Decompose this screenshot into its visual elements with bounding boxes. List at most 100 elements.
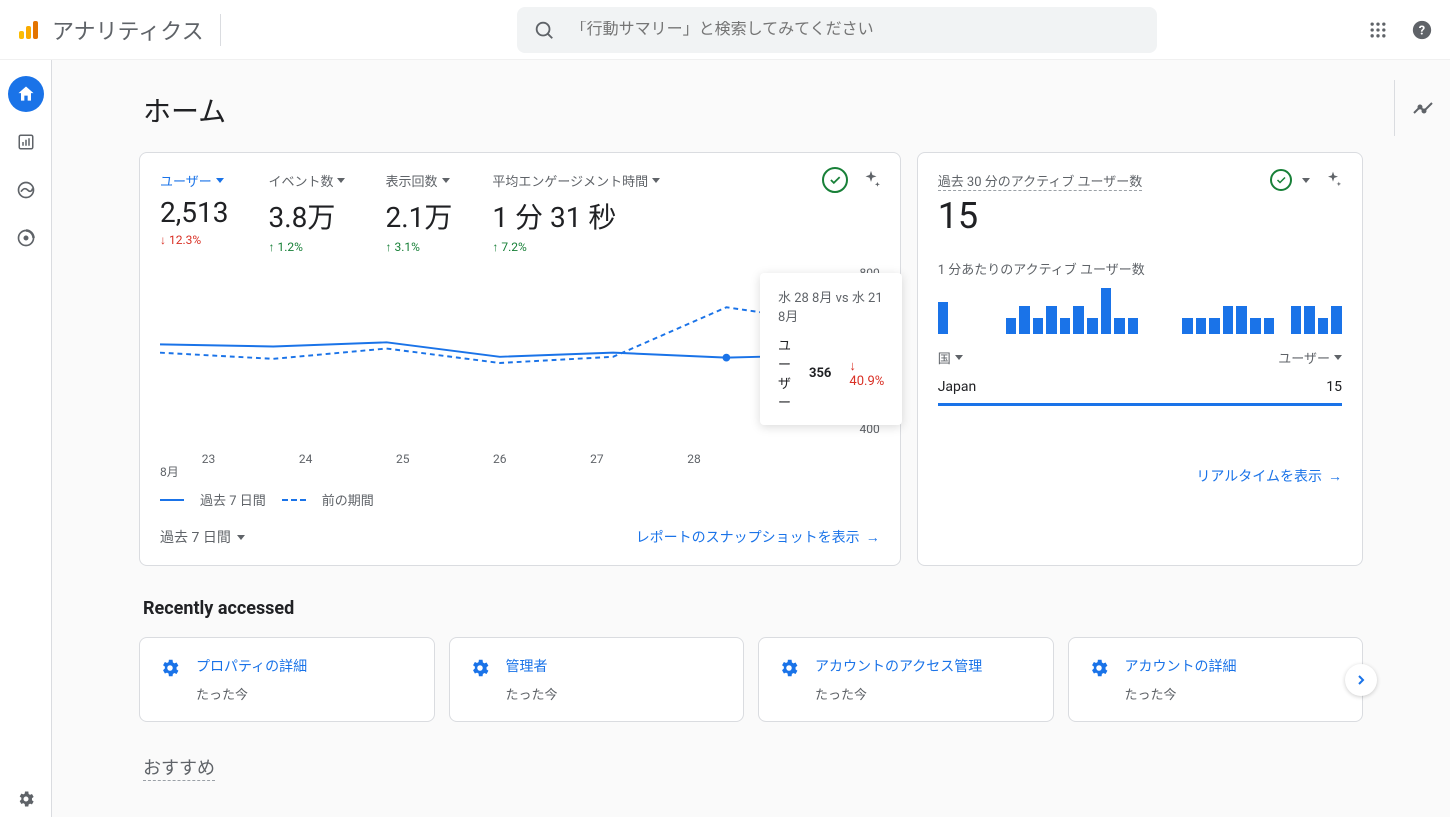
bar bbox=[1128, 318, 1139, 334]
bar bbox=[1046, 306, 1057, 334]
search-icon bbox=[533, 19, 555, 41]
recent-card-title: アカウントのアクセス管理 bbox=[815, 656, 982, 676]
recent-card-title: 管理者 bbox=[506, 656, 558, 676]
bar bbox=[1291, 306, 1302, 334]
bar bbox=[1236, 306, 1247, 334]
metric[interactable]: 平均エンゲージメント時間 1 分 31 秒 ↑ 7.2% bbox=[492, 171, 660, 254]
sidebar-home[interactable] bbox=[8, 76, 44, 112]
country-selector[interactable]: 国 bbox=[938, 348, 963, 367]
chevron-down-icon bbox=[337, 178, 345, 183]
app-logo: アナリティクス bbox=[16, 14, 204, 46]
users-selector[interactable]: ユーザー bbox=[1278, 348, 1342, 367]
chevron-down-icon bbox=[216, 178, 224, 183]
search-input[interactable] bbox=[571, 21, 1141, 39]
metric-value: 2.1万 bbox=[385, 196, 452, 236]
recent-card[interactable]: アカウントの詳細 たった今 bbox=[1068, 637, 1364, 722]
bar bbox=[1223, 306, 1234, 334]
bar bbox=[1182, 318, 1193, 334]
realtime-bar-chart bbox=[938, 288, 1342, 334]
search-box[interactable] bbox=[517, 7, 1157, 53]
metric[interactable]: イベント数 3.8万 ↑ 1.2% bbox=[268, 171, 345, 254]
bar bbox=[1304, 306, 1315, 334]
recent-card-title: プロパティの詳細 bbox=[196, 656, 307, 676]
metric-label[interactable]: イベント数 bbox=[268, 171, 345, 190]
recent-card[interactable]: 管理者 たった今 bbox=[449, 637, 745, 722]
recent-card-time: たった今 bbox=[815, 684, 982, 703]
scroll-next-button[interactable] bbox=[1345, 664, 1377, 696]
insights-button[interactable] bbox=[1394, 80, 1450, 136]
metric-label[interactable]: 表示回数 bbox=[385, 171, 452, 190]
chevron-down-icon bbox=[955, 355, 963, 360]
sidebar-advertising[interactable] bbox=[8, 220, 44, 256]
x-axis-labels: 232425262728 bbox=[160, 452, 840, 466]
chevron-down-icon bbox=[1334, 355, 1342, 360]
bar bbox=[938, 302, 949, 334]
metric-label[interactable]: ユーザー bbox=[160, 171, 228, 190]
line-chart-svg bbox=[160, 266, 840, 431]
bar bbox=[1073, 306, 1084, 334]
recent-card-time: たった今 bbox=[506, 684, 558, 703]
x-month-label: 8月 bbox=[160, 463, 179, 480]
chart-legend: 過去 7 日間 前の期間 bbox=[160, 490, 880, 509]
gear-icon bbox=[158, 656, 182, 680]
bar bbox=[1331, 306, 1342, 334]
arrow-right-icon: → bbox=[866, 529, 880, 546]
ai-insights-icon[interactable] bbox=[1320, 167, 1346, 193]
tooltip-metric: ユーザー bbox=[778, 335, 791, 411]
realtime-value: 15 bbox=[938, 195, 1342, 237]
apps-icon[interactable] bbox=[1366, 18, 1390, 42]
bar bbox=[1318, 318, 1329, 334]
gear-icon bbox=[777, 656, 801, 680]
ai-insights-icon[interactable] bbox=[858, 167, 884, 193]
bar bbox=[1209, 318, 1220, 334]
metric-value: 1 分 31 秒 bbox=[492, 196, 660, 236]
bar bbox=[1033, 318, 1044, 334]
help-icon[interactable]: ? bbox=[1410, 18, 1434, 42]
bar bbox=[1264, 318, 1275, 334]
metric-change: ↑ 1.2% bbox=[268, 240, 345, 254]
tooltip-change: ↓ 40.9% bbox=[849, 358, 884, 389]
chevron-down-icon[interactable] bbox=[1302, 178, 1310, 183]
svg-text:?: ? bbox=[1419, 23, 1425, 38]
chart-tooltip: 水 28 8月 vs 水 21 8月 ユーザー 356 ↓ 40.9% bbox=[760, 273, 902, 425]
overview-card: ユーザー 2,513 ↓ 12.3% イベント数 3.8万 ↑ 1.2% 表示回数 … bbox=[139, 152, 901, 566]
sidebar-explore[interactable] bbox=[8, 172, 44, 208]
app-name: アナリティクス bbox=[52, 14, 204, 46]
sidebar-reports[interactable] bbox=[8, 124, 44, 160]
tooltip-value: 356 bbox=[809, 366, 831, 381]
country-progress bbox=[938, 403, 1342, 406]
recent-card-time: たった今 bbox=[1125, 684, 1237, 703]
chevron-down-icon bbox=[237, 535, 245, 540]
view-realtime-link[interactable]: リアルタイムを表示 → bbox=[1196, 466, 1342, 486]
metric-label[interactable]: 平均エンゲージメント時間 bbox=[492, 171, 660, 190]
metric-change: ↑ 3.1% bbox=[385, 240, 452, 254]
recent-card[interactable]: アカウントのアクセス管理 たった今 bbox=[758, 637, 1054, 722]
recommendations-title: おすすめ bbox=[143, 754, 215, 781]
analytics-logo-icon bbox=[16, 18, 40, 42]
period-selector[interactable]: 過去 7 日間 bbox=[160, 527, 245, 547]
metric[interactable]: 表示回数 2.1万 ↑ 3.1% bbox=[385, 171, 452, 254]
view-snapshot-link[interactable]: レポートのスナップショットを表示 → bbox=[636, 527, 880, 547]
legend-current-label: 過去 7 日間 bbox=[200, 490, 266, 509]
divider bbox=[220, 14, 221, 46]
bar bbox=[1250, 318, 1261, 334]
legend-prev-line bbox=[282, 499, 306, 501]
gear-icon bbox=[468, 656, 492, 680]
header-actions: ? bbox=[1366, 18, 1434, 42]
metric-change: ↓ 12.3% bbox=[160, 233, 228, 247]
legend-current-line bbox=[160, 499, 184, 501]
recently-accessed-row: プロパティの詳細 たった今 管理者 たった今 アカウントのアクセス管理 たった今… bbox=[139, 637, 1363, 722]
bar bbox=[1114, 318, 1125, 334]
main-content: ホーム ユーザー 2,513 ↓ 12.3%イベント数 3.8万 ↑ 1.2%表… bbox=[52, 60, 1450, 817]
metric[interactable]: ユーザー 2,513 ↓ 12.3% bbox=[160, 171, 228, 254]
realtime-card: 過去 30 分のアクティブ ユーザー数 15 1 分あたりのアクティブ ユーザー… bbox=[917, 152, 1363, 566]
tooltip-title: 水 28 8月 vs 水 21 8月 bbox=[778, 287, 884, 325]
metric-value: 3.8万 bbox=[268, 196, 345, 236]
data-quality-icon[interactable] bbox=[822, 167, 848, 193]
recent-card[interactable]: プロパティの詳細 たった今 bbox=[139, 637, 435, 722]
realtime-subtitle: 1 分あたりのアクティブ ユーザー数 bbox=[938, 259, 1342, 278]
metric-change: ↑ 7.2% bbox=[492, 240, 660, 254]
chevron-down-icon bbox=[442, 178, 450, 183]
data-quality-icon[interactable] bbox=[1270, 169, 1292, 191]
sidebar-admin[interactable] bbox=[8, 781, 44, 817]
